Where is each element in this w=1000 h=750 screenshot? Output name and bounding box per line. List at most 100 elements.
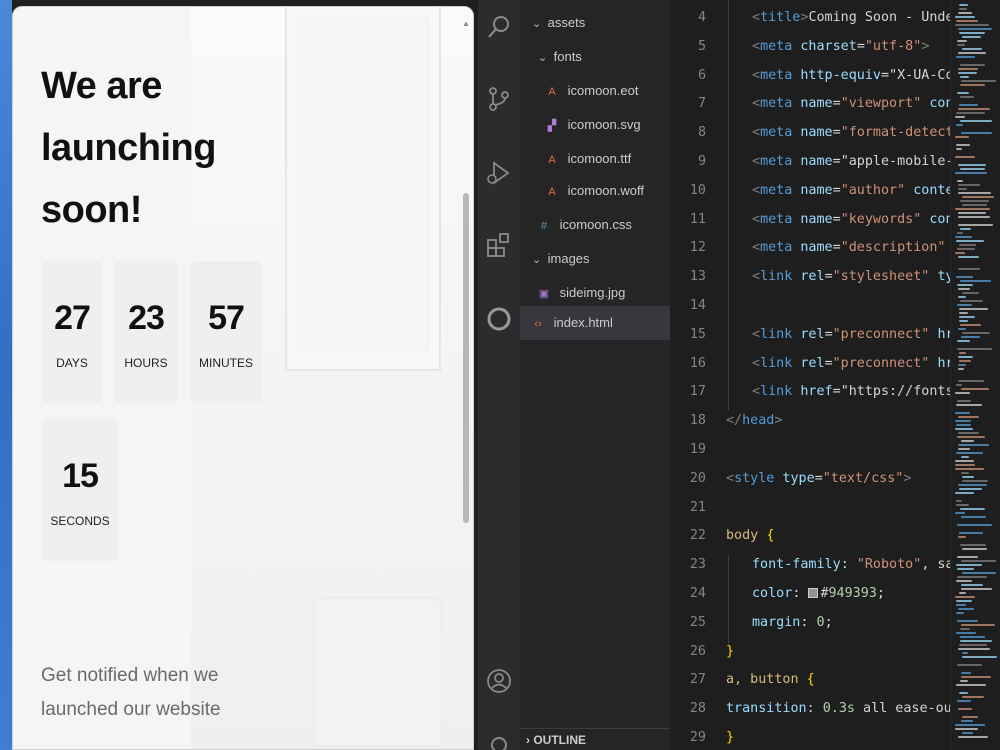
code-line[interactable]: <link rel="stylesheet" type="tex [752, 269, 950, 284]
minimap-line [955, 596, 975, 598]
minimap-line [960, 96, 974, 98]
code-line[interactable]: <meta charset="utf-8"> [752, 39, 929, 54]
code-editor[interactable]: 4 <title>Coming Soon - Under Const 5 <meta … [670, 0, 950, 750]
code-line[interactable]: transition: 0.3s all ease-out; [726, 701, 950, 716]
countdown-hours: 23 HOURS [113, 261, 179, 403]
code-line[interactable]: <meta http-equiv="X-UA-Compatibl [752, 68, 950, 83]
line-number: 23 [689, 557, 706, 573]
minimap-line [962, 716, 978, 718]
outline-section-header[interactable]: › OUTLINE [520, 728, 670, 750]
code-line[interactable]: body { [726, 528, 774, 543]
minimap-line [955, 392, 970, 394]
code-line[interactable]: <meta name="viewport" content="w [752, 96, 950, 111]
explorer-item-label: icomoon.woff [567, 183, 644, 198]
minimap-line [956, 424, 971, 426]
minimap-line [957, 348, 992, 350]
explorer-file-icomoon-css[interactable]: # icomoon.css [536, 214, 632, 236]
explorer-folder-images[interactable]: ⌄ images [532, 248, 590, 270]
countdown-hours-value: 23 [128, 299, 165, 337]
minimap-line [957, 92, 969, 94]
explorer-item-label: icomoon.ttf [567, 151, 632, 166]
font-file-icon: A [548, 154, 556, 166]
minimap-line [962, 548, 987, 550]
color-swatch-icon[interactable] [808, 588, 819, 598]
minimap-line [958, 192, 991, 194]
line-number: 16 [689, 355, 706, 371]
code-line[interactable]: <link href="https://fonts.googl [752, 384, 950, 399]
minimap-line [956, 580, 972, 582]
explorer-folder-assets[interactable]: ⌄ assets [532, 12, 585, 34]
countdown-minutes: 57 MINUTES [189, 261, 263, 403]
scroll-up-arrow-icon[interactable]: ▲ [461, 19, 471, 29]
account-icon[interactable] [486, 668, 512, 694]
code-line[interactable]: margin: 0; [752, 615, 833, 630]
minimap-line [961, 676, 991, 678]
explorer-file-icomoon-eot[interactable]: A icomoon.eot [544, 80, 638, 102]
page-headline: We are launching soon! [41, 65, 216, 231]
explorer-file-icomoon-svg[interactable]: ▞ icomoon.svg [544, 114, 641, 136]
minimap-line [958, 608, 974, 610]
code-line[interactable]: <meta name="keywords" content=" [752, 212, 950, 227]
line-number: 18 [689, 413, 706, 429]
line-number: 7 [697, 96, 706, 112]
code-line[interactable]: } [726, 730, 734, 745]
minimap-line [958, 72, 977, 74]
minimap-line [959, 8, 967, 10]
minimap[interactable] [950, 0, 1000, 750]
run-debug-icon[interactable] [486, 160, 512, 186]
minimap-line [960, 636, 985, 638]
code-line[interactable]: a, button { [726, 672, 815, 687]
minimap-line [956, 612, 964, 614]
minimap-line [962, 480, 988, 482]
source-control-icon[interactable] [486, 86, 512, 112]
minimap-line [958, 164, 986, 166]
minimap-line [961, 588, 992, 590]
code-line[interactable]: <title>Coming Soon - Under Const [752, 10, 950, 25]
minimap-line [956, 632, 976, 634]
code-line[interactable]: <meta name="apple-mobile-web-app [752, 154, 950, 169]
code-line[interactable]: <link rel="preconnect" href="htt [752, 356, 950, 371]
minimap-line [955, 136, 969, 138]
chevron-right-icon: › [526, 733, 530, 747]
countdown-minutes-label: MINUTES [199, 356, 253, 370]
edge-browser-icon[interactable] [486, 306, 512, 332]
countdown-seconds-label: SECONDS [50, 514, 110, 528]
minimap-line [958, 52, 986, 54]
countdown-minutes-value: 57 [208, 299, 245, 337]
explorer-folder-fonts[interactable]: ⌄ fonts [538, 46, 582, 68]
code-line[interactable]: } [726, 644, 734, 659]
minimap-line [958, 648, 990, 650]
minimap-line [958, 736, 988, 738]
explorer-file-icomoon-woff[interactable]: A icomoon.woff [544, 180, 644, 202]
line-number: 17 [689, 384, 706, 400]
code-line[interactable]: <meta name="description" content [752, 240, 950, 255]
code-line[interactable]: color: #949393; [752, 586, 885, 601]
minimap-line [958, 216, 990, 218]
code-line[interactable]: <meta name="format-detection" co [752, 125, 950, 140]
minimap-line [962, 204, 987, 206]
explorer-file-sideimg-jpg[interactable]: ▣ sideimg.jpg [536, 282, 626, 304]
explorer-file-icomoon-ttf[interactable]: A icomoon.ttf [544, 148, 631, 170]
settings-gear-icon[interactable] [486, 732, 512, 750]
scrollbar-thumb[interactable] [463, 193, 469, 523]
minimap-line [959, 308, 988, 310]
line-number: 13 [689, 269, 706, 285]
minimap-line [958, 380, 984, 382]
browser-preview-window[interactable]: We are launching soon! 27 DAYS 23 HOURS 5… [12, 6, 474, 750]
line-number: 28 [689, 701, 706, 717]
code-line[interactable]: <style type="text/css"> [726, 471, 911, 486]
code-line[interactable]: <meta name="author" content=""> [752, 183, 950, 198]
code-line[interactable]: <link rel="preconnect" href="htt [752, 327, 950, 342]
minimap-line [960, 640, 992, 642]
search-icon[interactable] [486, 14, 512, 40]
code-line[interactable]: font-family: "Roboto", sans-seri [752, 557, 950, 572]
css-file-icon: # [540, 220, 548, 232]
explorer-file-index-html[interactable]: ‹› index.html [530, 312, 613, 334]
chevron-down-icon: ⌄ [532, 254, 542, 266]
line-number: 29 [689, 730, 706, 745]
line-number: 12 [689, 240, 706, 256]
extensions-icon[interactable] [486, 232, 512, 258]
minimap-line [957, 40, 967, 42]
minimap-line [957, 556, 978, 558]
code-line[interactable]: </head> [726, 413, 782, 428]
